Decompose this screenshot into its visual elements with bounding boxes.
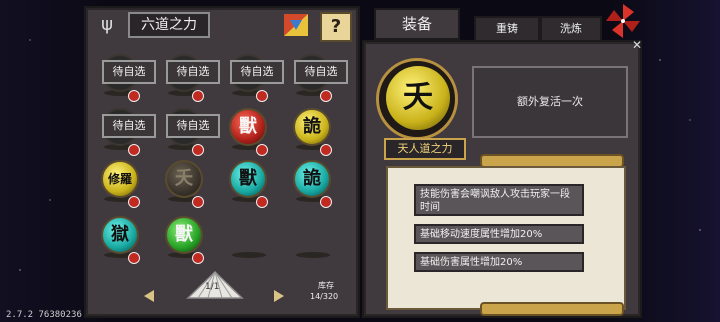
power-orb: 詭	[293, 160, 331, 198]
tab-equip[interactable]: 装备	[374, 8, 460, 40]
scroll-rod-bottom	[480, 302, 624, 316]
page-indicator: 1/1	[205, 282, 220, 292]
power-orb: 獄	[101, 216, 139, 254]
alert-badge-icon	[256, 196, 268, 208]
power-orb: 獸	[165, 216, 203, 254]
inventory-slot[interactable]	[224, 212, 274, 262]
inventory-slot[interactable]: 待自选	[224, 50, 284, 102]
alert-badge-icon	[320, 90, 332, 102]
alert-badge-icon	[128, 90, 140, 102]
inventory-slot[interactable]: 待自选	[288, 50, 348, 102]
next-page-arrow[interactable]	[274, 290, 284, 302]
wind-chime-icon: ψ	[101, 14, 113, 35]
alert-badge-icon	[128, 196, 140, 208]
item-effect: 额外复活一次	[472, 66, 628, 138]
pending-select-label[interactable]: 待自选	[102, 60, 156, 84]
inventory-slot[interactable]: 獸	[160, 212, 210, 264]
pending-select-label[interactable]: 待自选	[166, 60, 220, 84]
pending-select-label[interactable]: 待自选	[230, 60, 284, 84]
inventory-slot[interactable]: 獸	[224, 156, 274, 208]
inventory-slot[interactable]: 待自选	[96, 104, 156, 156]
alert-badge-icon	[128, 144, 140, 156]
alert-badge-icon	[192, 90, 204, 102]
inventory-slot[interactable]: 待自选	[160, 50, 220, 102]
attribute-row: 基础伤害属性增加20%	[414, 252, 584, 272]
alert-badge-icon	[320, 144, 332, 156]
colored-box-icon[interactable]	[284, 14, 308, 36]
slot-pedestal	[296, 252, 330, 258]
inventory-slot[interactable]: 夭	[160, 156, 210, 208]
inventory-slot[interactable]: 獄	[96, 212, 146, 264]
power-orb: 修羅	[101, 160, 139, 198]
power-orb: 夭	[165, 160, 203, 198]
inventory-slot[interactable]	[288, 212, 338, 262]
attribute-row: 技能伤害会嘲讽敌人攻击玩家一段时间	[414, 184, 584, 216]
power-orb: 詭	[293, 108, 331, 146]
prev-page-arrow[interactable]	[144, 290, 154, 302]
inventory-slot[interactable]: 詭	[288, 156, 338, 208]
power-orb: 獸	[229, 108, 267, 146]
pinwheel-icon[interactable]	[606, 4, 640, 38]
attribute-row: 基础移动速度属性增加20%	[414, 224, 584, 244]
alert-badge-icon	[192, 196, 204, 208]
item-orb: 夭	[386, 66, 450, 130]
stock-count: 14/320	[310, 292, 339, 301]
pending-select-label[interactable]: 待自选	[166, 114, 220, 138]
item-name: 天人道之力	[384, 138, 466, 160]
pending-select-label[interactable]: 待自选	[294, 60, 348, 84]
pending-select-label[interactable]: 待自选	[102, 114, 156, 138]
inventory-slot[interactable]: 詭	[288, 104, 338, 156]
close-icon[interactable]: ✕	[632, 38, 642, 52]
alert-badge-icon	[256, 144, 268, 156]
alert-badge-icon	[320, 196, 332, 208]
alert-badge-icon	[192, 144, 204, 156]
inventory-slot[interactable]: 待自选	[96, 50, 156, 102]
tab-wash[interactable]: 洗炼	[540, 16, 602, 42]
tab-recast[interactable]: 重铸	[474, 16, 540, 42]
slot-pedestal	[232, 252, 266, 258]
panel-title: 六道之力	[128, 12, 210, 38]
power-orb: 獸	[229, 160, 267, 198]
inventory-slot[interactable]: 修羅	[96, 156, 146, 208]
inventory-slot[interactable]: 獸	[224, 104, 274, 156]
inventory-slot[interactable]: 待自选	[160, 104, 220, 156]
alert-badge-icon	[256, 90, 268, 102]
version-label: 2.7.2 76380236	[6, 310, 82, 320]
alert-badge-icon	[128, 252, 140, 264]
stock-label: 库存	[318, 281, 334, 290]
alert-badge-icon	[192, 252, 204, 264]
help-button[interactable]: ?	[320, 12, 352, 42]
